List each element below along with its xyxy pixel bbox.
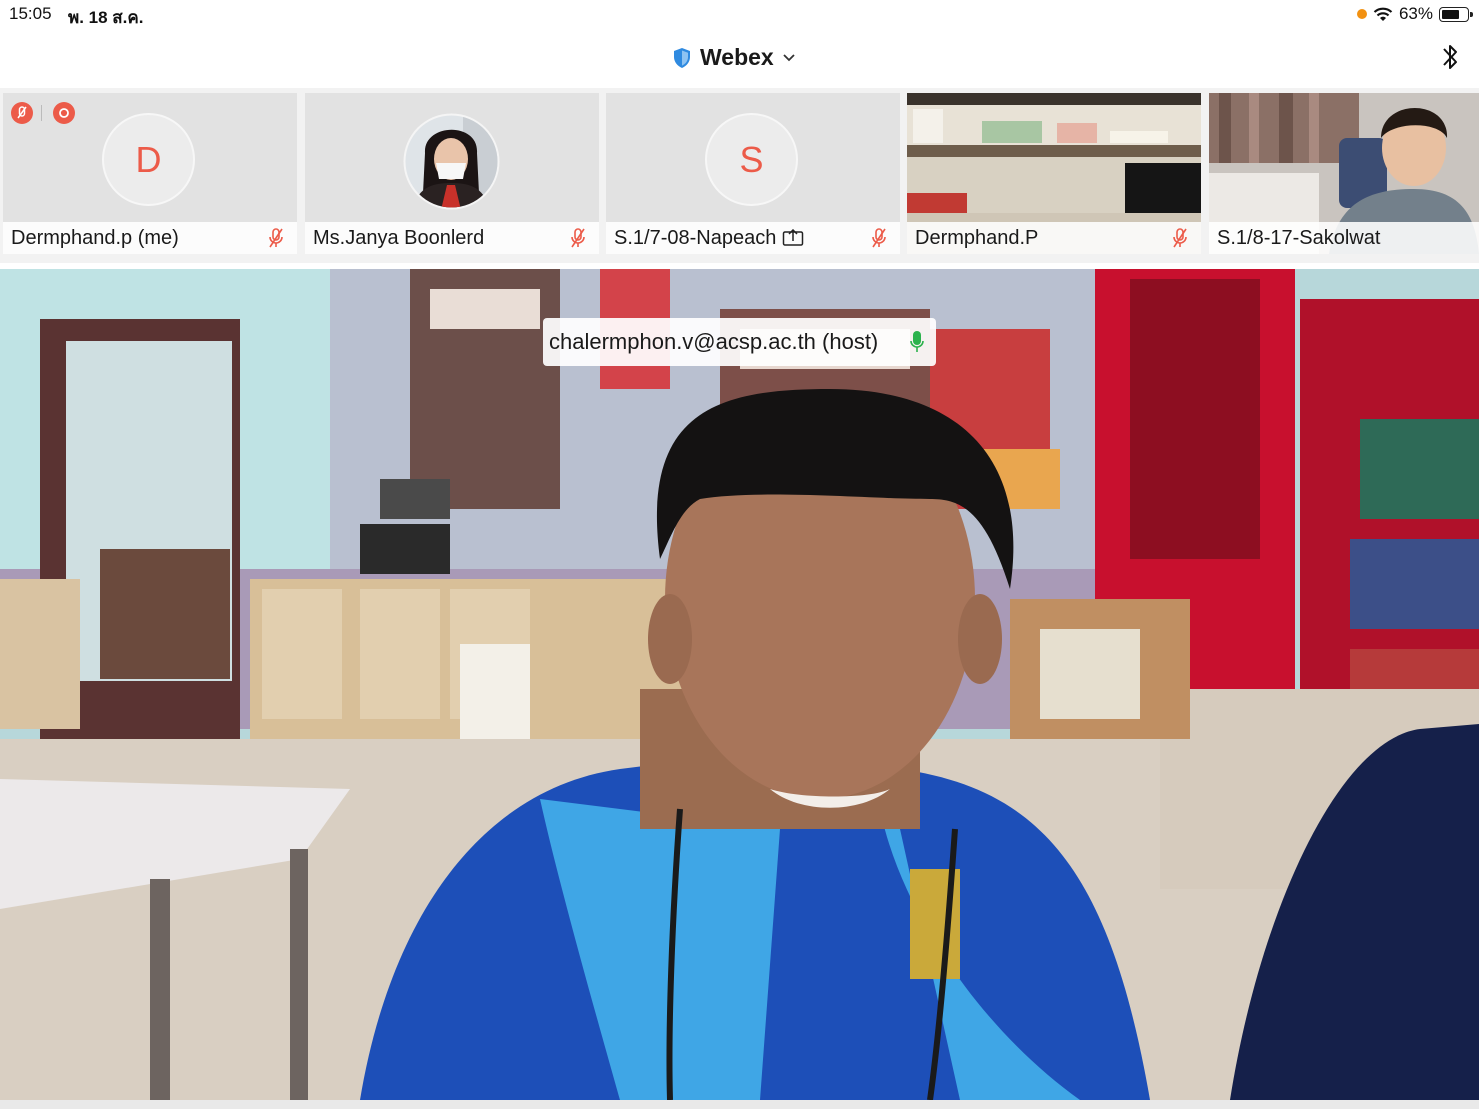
mic-active-icon — [910, 331, 924, 352]
participant-namebar: S.1/8-17-Sakolwat — [1209, 222, 1479, 254]
avatar: D — [102, 113, 195, 206]
meeting-title-menu[interactable]: Webex — [672, 44, 796, 71]
recording-badge-icon[interactable] — [53, 102, 75, 124]
active-speaker-label: chalermphon.v@acsp.ac.th (host) — [543, 318, 936, 366]
shield-icon — [674, 47, 690, 68]
participant-tile[interactable]: Ms.Janya Boonlerd — [305, 93, 599, 254]
participant-tile[interactable]: D Dermphand.p (me) — [3, 93, 297, 254]
participant-name: Dermphand.p (me) — [11, 226, 179, 249]
wifi-icon — [1373, 7, 1393, 21]
participant-tile[interactable]: S S.1/7-08-Napeach — [606, 93, 900, 254]
avatar-initial: S — [739, 138, 764, 180]
active-speaker-video — [0, 269, 1479, 1100]
active-speaker-name: chalermphon.v@acsp.ac.th (host) — [549, 329, 879, 354]
badge-divider — [41, 105, 42, 121]
status-bar: 15:05 พ. 18 ส.ค. 63% — [0, 0, 1479, 30]
mic-muted-icon — [1173, 228, 1187, 248]
main-video[interactable]: chalermphon.v@acsp.ac.th (host) — [0, 269, 1479, 1100]
participant-name: S.1/8-17-Sakolwat — [1217, 226, 1381, 249]
mic-muted-icon — [269, 228, 283, 248]
status-date: พ. 18 ส.ค. — [68, 8, 144, 27]
mic-muted-icon — [571, 228, 585, 248]
status-time: 15:05 — [9, 4, 52, 23]
mic-muted-icon — [872, 228, 886, 248]
battery-icon — [1439, 6, 1473, 22]
participant-namebar: Dermphand.p (me) — [3, 222, 297, 254]
participant-tile[interactable]: Dermphand.P — [907, 93, 1201, 254]
participant-namebar: Ms.Janya Boonlerd — [305, 222, 599, 254]
avatar-initial: D — [135, 138, 162, 180]
muted-badge-icon[interactable] — [11, 102, 33, 124]
participant-name: Ms.Janya Boonlerd — [313, 226, 485, 249]
battery-percent: 63% — [1398, 4, 1433, 23]
status-right: 63% — [1356, 3, 1473, 25]
bottom-edge — [0, 1100, 1479, 1109]
app-title: Webex — [700, 44, 774, 70]
chevron-down-icon — [783, 53, 795, 61]
participant-name: S.1/7-08-Napeach — [614, 226, 777, 249]
avatar — [403, 113, 500, 210]
orange-dot-icon — [1356, 9, 1367, 19]
participant-namebar: Dermphand.P — [907, 222, 1201, 254]
avatar: S — [705, 113, 798, 206]
share-screen-icon — [783, 229, 804, 246]
participant-tile[interactable]: S.1/8-17-Sakolwat — [1209, 93, 1479, 254]
participant-namebar: S.1/7-08-Napeach — [606, 222, 900, 254]
participant-strip: D Dermphand.p (me) Ms.Janya Boonlerd S S… — [0, 88, 1479, 263]
participant-name: Dermphand.P — [915, 226, 1039, 249]
bluetooth-icon[interactable] — [1439, 40, 1461, 74]
meeting-header: Webex — [0, 30, 1479, 88]
